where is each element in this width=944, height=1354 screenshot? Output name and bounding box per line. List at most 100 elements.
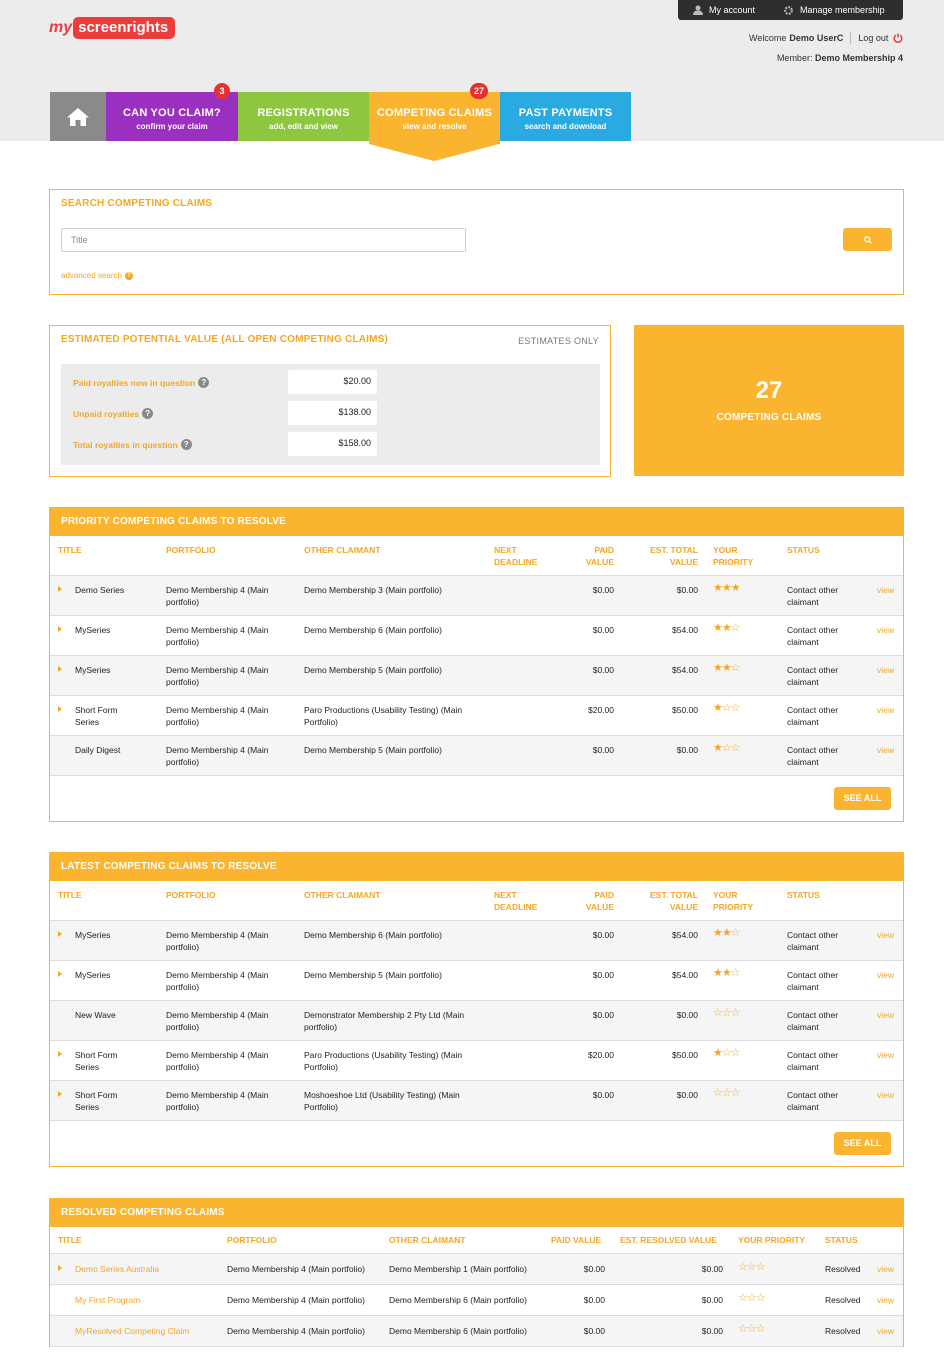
expand-caret-icon[interactable] bbox=[58, 1265, 62, 1271]
row-title[interactable]: MySeries bbox=[75, 929, 110, 941]
col-other-claimant[interactable]: OTHER CLAIMANT bbox=[389, 1235, 466, 1245]
competing-claims-count-card[interactable]: 27 COMPETING CLAIMS bbox=[634, 325, 904, 476]
row-status: Contact other claimant bbox=[787, 1049, 838, 1073]
col-status[interactable]: STATUS bbox=[787, 544, 820, 556]
table-row: Demo Series Australia Demo Membership 4 (… bbox=[50, 1254, 903, 1285]
view-link[interactable]: view bbox=[877, 664, 894, 676]
col-paid-value[interactable]: PAID VALUE bbox=[580, 889, 614, 913]
priority-stars-icon[interactable]: ★★☆ bbox=[713, 967, 741, 979]
advanced-search-link[interactable]: advanced search ? bbox=[61, 271, 133, 280]
col-portfolio[interactable]: PORTFOLIO bbox=[166, 889, 216, 901]
col-est-total-value[interactable]: EST. TOTAL VALUE bbox=[636, 889, 698, 913]
row-title[interactable]: Short Form Series bbox=[75, 704, 118, 728]
expand-caret-icon[interactable] bbox=[58, 931, 62, 937]
row-title[interactable]: Demo Series Australia bbox=[75, 1263, 159, 1275]
col-status[interactable]: STATUS bbox=[825, 1235, 858, 1245]
expand-caret-icon[interactable] bbox=[58, 626, 62, 632]
row-title[interactable]: MyResolved Competing Claim bbox=[75, 1325, 189, 1337]
col-other-claimant[interactable]: OTHER CLAIMANT bbox=[304, 889, 381, 901]
view-link[interactable]: view bbox=[877, 969, 894, 981]
row-status: Contact other claimant bbox=[787, 1009, 838, 1033]
priority-stars-icon[interactable]: ★★☆ bbox=[713, 622, 741, 634]
expand-caret-icon[interactable] bbox=[58, 971, 62, 977]
priority-stars-icon[interactable]: ☆☆☆ bbox=[713, 1087, 741, 1099]
expand-caret-icon[interactable] bbox=[58, 666, 62, 672]
row-title[interactable]: MySeries bbox=[75, 969, 110, 981]
row-title[interactable]: New Wave bbox=[75, 1009, 116, 1021]
priority-stars-icon[interactable]: ★☆☆ bbox=[713, 742, 741, 754]
col-your-priority[interactable]: YOUR PRIORITY bbox=[713, 544, 753, 568]
my-account-link[interactable]: My account bbox=[693, 5, 755, 15]
row-title[interactable]: Short Form Series bbox=[75, 1089, 118, 1113]
col-status[interactable]: STATUS bbox=[787, 889, 820, 901]
row-title[interactable]: My First Program bbox=[75, 1294, 140, 1306]
logo[interactable]: my screenrights bbox=[49, 16, 176, 40]
row-title[interactable]: Demo Series bbox=[75, 584, 124, 596]
priority-stars-icon[interactable]: ☆☆☆ bbox=[738, 1323, 766, 1335]
resolved-rows: Demo Series Australia Demo Membership 4 (… bbox=[50, 1254, 903, 1347]
row-status-line: claimant bbox=[787, 717, 819, 727]
col-next-deadline[interactable]: NEXT DEADLINE bbox=[494, 544, 537, 568]
col-title[interactable]: TITLE bbox=[58, 544, 82, 556]
tab-competing-claims[interactable]: 27 COMPETING CLAIMS view and resolve bbox=[369, 83, 500, 161]
col-paid-value[interactable]: PAID VALUE bbox=[580, 544, 614, 568]
col-label-line: NEXT bbox=[494, 545, 517, 555]
row-title[interactable]: Short Form Series bbox=[75, 1049, 118, 1073]
row-paid-value: $20.00 bbox=[588, 705, 614, 715]
manage-membership-link[interactable]: Manage membership bbox=[783, 5, 885, 16]
view-link[interactable]: view bbox=[877, 1009, 894, 1021]
expand-caret-icon[interactable] bbox=[58, 1091, 62, 1097]
row-portfolio-line: portfolio) bbox=[166, 717, 200, 727]
row-title[interactable]: MySeries bbox=[75, 664, 110, 676]
view-link[interactable]: view bbox=[877, 1089, 894, 1101]
row-portfolio: Demo Membership 4 (Main portfolio) bbox=[166, 1009, 269, 1033]
view-link[interactable]: view bbox=[877, 1049, 894, 1061]
view-link[interactable]: view bbox=[877, 624, 894, 636]
view-link[interactable]: view bbox=[877, 1325, 894, 1337]
view-link[interactable]: view bbox=[877, 744, 894, 756]
search-button[interactable] bbox=[843, 228, 892, 251]
priority-stars-icon[interactable]: ★☆☆ bbox=[713, 1047, 741, 1059]
col-est-total-value[interactable]: EST. TOTAL VALUE bbox=[636, 544, 698, 568]
col-portfolio[interactable]: PORTFOLIO bbox=[227, 1235, 277, 1245]
tab-past-payments[interactable]: PAST PAYMENTS search and download bbox=[500, 92, 631, 141]
view-link[interactable]: view bbox=[877, 1263, 894, 1275]
help-icon[interactable]: ? bbox=[142, 408, 154, 419]
col-paid-value[interactable]: PAID VALUE bbox=[551, 1235, 601, 1245]
col-your-priority[interactable]: YOUR PRIORITY bbox=[738, 1235, 805, 1245]
col-title[interactable]: TITLE bbox=[58, 1235, 82, 1245]
row-portfolio-line: portfolio) bbox=[166, 677, 200, 687]
view-link[interactable]: view bbox=[877, 929, 894, 941]
search-input[interactable] bbox=[61, 228, 466, 252]
expand-caret-icon[interactable] bbox=[58, 706, 62, 712]
col-est-resolved-value[interactable]: EST. RESOLVED VALUE bbox=[620, 1235, 717, 1245]
see-all-button[interactable]: SEE ALL bbox=[834, 1132, 891, 1155]
expand-caret-icon[interactable] bbox=[58, 1051, 62, 1057]
priority-stars-icon[interactable]: ☆☆☆ bbox=[713, 1007, 741, 1019]
view-link[interactable]: view bbox=[877, 584, 894, 596]
help-icon[interactable]: ? bbox=[198, 377, 210, 388]
help-icon[interactable]: ? bbox=[180, 439, 192, 450]
col-portfolio[interactable]: PORTFOLIO bbox=[166, 544, 216, 556]
row-title[interactable]: Daily Digest bbox=[75, 744, 120, 756]
priority-stars-icon[interactable]: ★☆☆ bbox=[713, 702, 741, 714]
row-title[interactable]: MySeries bbox=[75, 624, 110, 636]
tab-home[interactable] bbox=[50, 92, 106, 141]
priority-stars-icon[interactable]: ☆☆☆ bbox=[738, 1261, 766, 1273]
col-other-claimant[interactable]: OTHER CLAIMANT bbox=[304, 544, 381, 556]
col-title[interactable]: TITLE bbox=[58, 889, 82, 901]
col-your-priority[interactable]: YOUR PRIORITY bbox=[713, 889, 753, 913]
tab-can-you-claim[interactable]: 3 CAN YOU CLAIM? confirm your claim bbox=[106, 83, 238, 141]
view-link[interactable]: view bbox=[877, 704, 894, 716]
logout-link[interactable]: Log out bbox=[858, 33, 903, 43]
col-next-deadline[interactable]: NEXT DEADLINE bbox=[494, 889, 537, 913]
priority-stars-icon[interactable]: ★★★ bbox=[713, 582, 741, 594]
see-all-button[interactable]: SEE ALL bbox=[834, 787, 891, 810]
priority-stars-icon[interactable]: ☆☆☆ bbox=[738, 1292, 766, 1304]
tab-registrations[interactable]: REGISTRATIONS add, edit and view bbox=[238, 92, 369, 141]
view-link[interactable]: view bbox=[877, 1294, 894, 1306]
priority-stars-icon[interactable]: ★★☆ bbox=[713, 662, 741, 674]
priority-stars-icon[interactable]: ★★☆ bbox=[713, 927, 741, 939]
expand-caret-icon[interactable] bbox=[58, 586, 62, 592]
row-other-line: Demo Membership 6 (Main portfolio) bbox=[304, 930, 442, 940]
